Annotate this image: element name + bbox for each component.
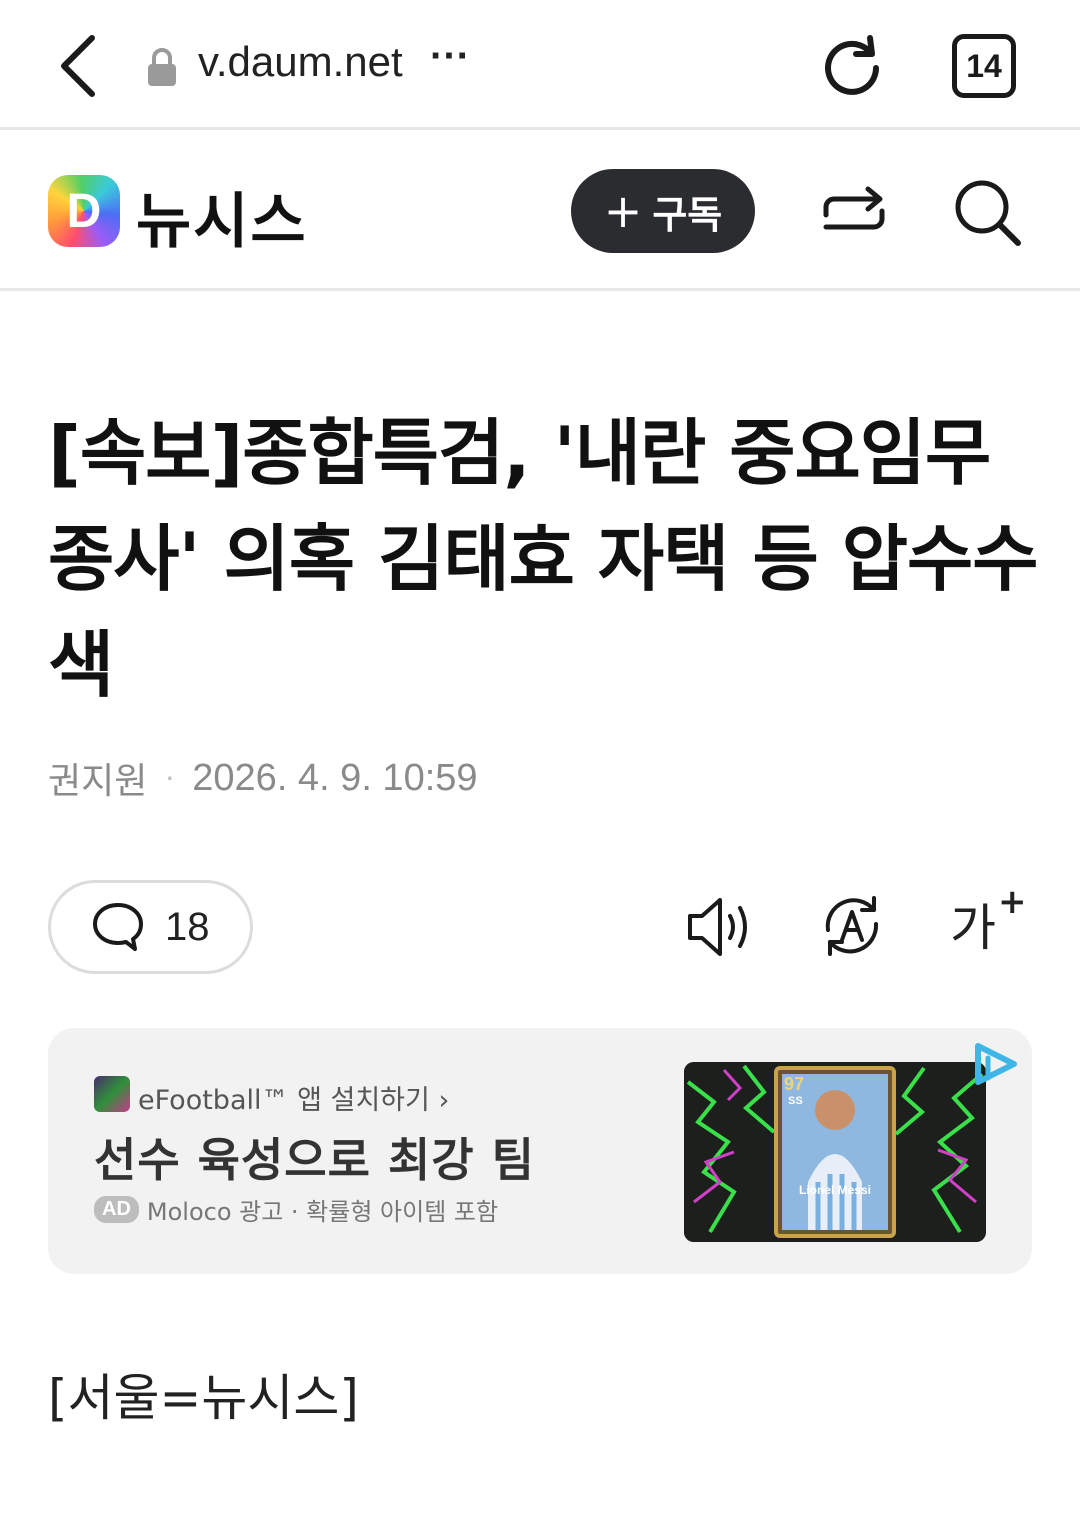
url-text[interactable]: v.daum.net bbox=[198, 38, 403, 86]
logo-letter: D bbox=[66, 184, 102, 238]
ad-app-link[interactable]: eFootball™ 앱 설치하기 › bbox=[138, 1078, 449, 1117]
author-name[interactable]: 권지원 bbox=[48, 752, 147, 804]
daum-logo[interactable]: D bbox=[48, 175, 120, 247]
tabs-button[interactable]: 14 bbox=[952, 34, 1016, 98]
article-headline: [속보]종합특검, '내란 중요임무 종사' 의혹 김태효 자택 등 압수수색 bbox=[48, 411, 1039, 707]
ad-artwork: 97 SS Lionel Messi bbox=[684, 1062, 986, 1242]
ad-title[interactable]: 선수 육성으로 최강 팀 bbox=[94, 1124, 535, 1190]
share-button[interactable] bbox=[818, 177, 890, 249]
ad-image[interactable]: 97 SS Lionel Messi bbox=[684, 1062, 986, 1242]
comment-button[interactable]: 18 bbox=[48, 880, 253, 974]
comment-icon bbox=[93, 903, 143, 951]
back-icon bbox=[61, 35, 95, 97]
article-dateline: [서울=뉴시스] bbox=[48, 1369, 359, 1427]
lock-icon bbox=[148, 48, 176, 86]
ad-banner[interactable]: eFootball™ 앱 설치하기 › 선수 육성으로 최강 팀 AD Molo… bbox=[48, 1028, 1032, 1274]
ad-badge: AD bbox=[94, 1196, 139, 1223]
text-to-speech-button[interactable] bbox=[684, 892, 760, 962]
card-player-name: Lionel Messi bbox=[799, 1183, 871, 1197]
site-name[interactable]: 뉴시스 bbox=[136, 173, 308, 260]
comment-count: 18 bbox=[165, 904, 210, 949]
reload-icon bbox=[825, 35, 879, 95]
app-icon bbox=[94, 1076, 130, 1112]
tab-count: 14 bbox=[966, 47, 1002, 84]
ad-choice-button[interactable] bbox=[970, 1038, 1022, 1090]
ad-choice-icon bbox=[975, 1043, 1017, 1085]
byline-separator: · bbox=[165, 761, 175, 795]
font-size-icon: 가 bbox=[950, 899, 996, 957]
speaker-icon bbox=[688, 898, 747, 956]
font-size-button[interactable]: 가 + bbox=[950, 882, 1027, 962]
publish-date: 2026. 4. 9. 10:59 bbox=[192, 756, 478, 799]
search-button[interactable] bbox=[952, 177, 1024, 249]
search-icon bbox=[955, 180, 1021, 246]
plus-icon: + bbox=[603, 184, 643, 238]
translate-button[interactable] bbox=[816, 890, 888, 962]
ad-meta-text: Moloco 광고 · 확률형 아이템 포함 bbox=[146, 1198, 499, 1226]
browser-toolbar: v.daum.net ··· 14 bbox=[0, 0, 1080, 130]
share-icon bbox=[823, 186, 885, 230]
url-more-dots[interactable]: ··· bbox=[430, 34, 470, 79]
byline: 권지원 · 2026. 4. 9. 10:59 bbox=[48, 752, 478, 804]
translate-icon bbox=[825, 896, 879, 956]
back-button[interactable] bbox=[48, 30, 108, 102]
subscribe-button[interactable]: + 구독 bbox=[571, 169, 755, 253]
font-plus-icon: + bbox=[998, 882, 1027, 922]
subscribe-label: 구독 bbox=[652, 192, 723, 237]
ad-meta: AD Moloco 광고 · 확률형 아이템 포함 bbox=[94, 1192, 498, 1227]
site-header: D 뉴시스 + 구독 bbox=[0, 133, 1080, 291]
card-rating: 97 bbox=[784, 1074, 804, 1094]
reload-button[interactable] bbox=[816, 32, 888, 104]
card-position: SS bbox=[788, 1095, 803, 1107]
